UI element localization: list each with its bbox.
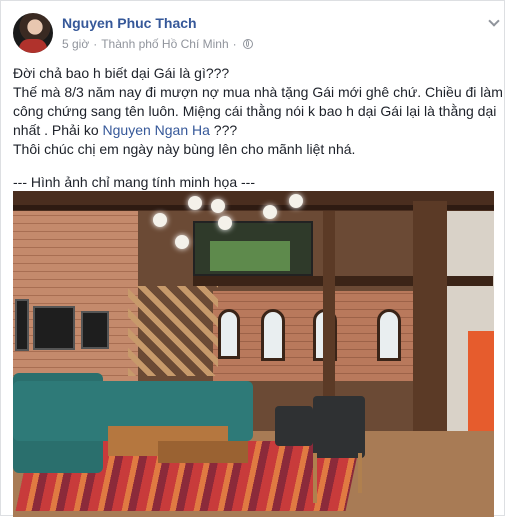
avatar-shirt (19, 39, 47, 53)
photo-chair (313, 396, 365, 458)
post-line-4-text: nhất . Phải ko (13, 122, 103, 138)
photo-chair-leg (313, 453, 317, 503)
photo-chair-leg (358, 453, 362, 493)
photo-column (413, 201, 447, 451)
post-location[interactable]: Thành phố Hồ Chí Minh (101, 37, 228, 51)
post-line-1: Đời chả bao h biết dại Gái là gì??? (13, 65, 230, 81)
mention-link[interactable]: Nguyen Ngan Ha (103, 122, 210, 138)
post-line-4: nhất . Phải ko Nguyen Ngan Ha ??? (13, 121, 503, 140)
post-line-5: Thôi chúc chị em ngày này bùng lên cho m… (13, 141, 356, 157)
photo-window (377, 309, 401, 361)
globe-icon[interactable] (242, 39, 253, 49)
post-line-4-end: ??? (209, 122, 238, 138)
photo-art-frame (15, 299, 29, 351)
avatar[interactable] (13, 13, 53, 53)
photo-pendant-lamp (289, 194, 303, 208)
photo-glass-room (193, 221, 313, 276)
post-time[interactable]: 5 giờ (62, 37, 89, 51)
post-line-3: công chứng sang tên luôn. Miệng cái thằn… (13, 103, 497, 119)
post-meta: 5 giờ · Thành phố Hồ Chí Minh · (62, 37, 253, 51)
photo-art-frame (33, 306, 75, 350)
chevron-down-icon[interactable] (488, 15, 500, 27)
post-photo[interactable] (13, 191, 494, 517)
photo-mezzanine (193, 276, 493, 286)
photo-pendant-lamp (218, 216, 232, 230)
post-body: Đời chả bao h biết dại Gái là gì??? Thế … (13, 64, 503, 192)
photo-pendant-lamp (263, 205, 277, 219)
post-line-2: Thế mà 8/3 năm nay đi mượn nợ mua nhà tặ… (13, 84, 503, 100)
photo-chair (275, 406, 313, 446)
photo-window (218, 309, 240, 359)
photo-pendant-lamp (153, 213, 167, 227)
author-name[interactable]: Nguyen Phuc Thach (62, 15, 197, 31)
photo-pendant-lamp (188, 196, 202, 210)
photo-pendant-lamp (175, 235, 189, 249)
photo-window (261, 309, 285, 361)
meta-separator: · (93, 37, 98, 51)
photo-pendant-lamp (211, 199, 225, 213)
photo-staircase (128, 286, 218, 376)
photo-coffee-table (158, 441, 248, 463)
meta-separator-2: · (232, 37, 237, 51)
feed-post: Nguyen Phuc Thach 5 giờ · Thành phố Hồ C… (0, 0, 505, 517)
photo-art-frame (81, 311, 109, 349)
post-caption: --- Hình ảnh chỉ mang tính minh họa --- (13, 174, 255, 190)
